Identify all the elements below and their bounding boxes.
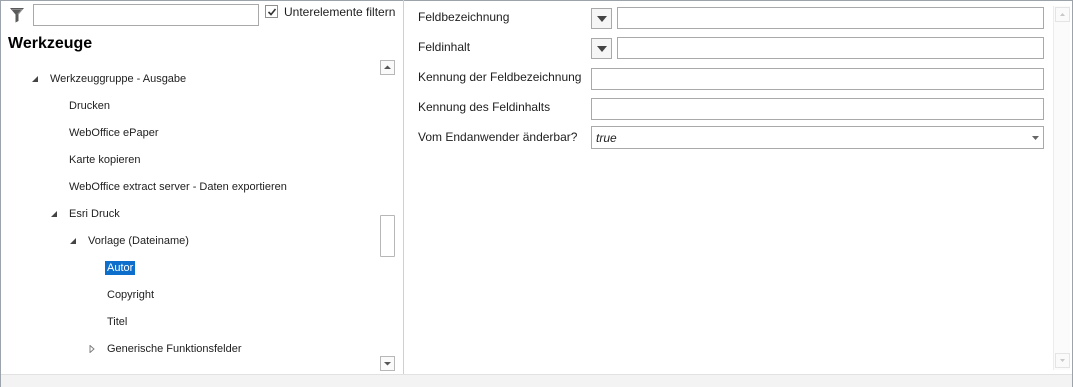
feldbezeichnung-label: Feldbezeichnung [418,10,510,24]
tree-item-label: Generische Funktionsfelder [107,343,242,355]
feldbezeichnung-field[interactable] [617,7,1044,29]
tree-item-label: Autor [105,261,136,275]
tree-item[interactable]: Esri Druck [51,205,122,223]
tree-scrollbar[interactable] [380,60,395,371]
triangle-right-outline-icon[interactable] [88,345,96,353]
tree-item-label: Drucken [69,100,110,112]
kennung-feldinhalt-label: Kennung des Feldinhalts [418,100,551,114]
scroll-up-button[interactable] [380,60,395,75]
triangle-down-right-icon[interactable] [31,75,39,83]
form-scrollbar[interactable] [1053,6,1070,370]
tree-item[interactable]: WebOffice ePaper [67,124,160,142]
feldinhalt-label: Feldinhalt [418,40,471,54]
aenderbar-value: true [596,131,617,145]
tree-item-label: Werkzeuggruppe - Ausgabe [50,73,187,85]
triangle-down-right-icon[interactable] [50,210,58,218]
tree-item[interactable]: Autor [105,259,136,277]
tree-item[interactable]: Werkzeuggruppe - Ausgabe [32,70,188,88]
kennung-feldbezeichnung-label: Kennung der Feldbezeichnung [418,70,582,84]
feldinhalt-field[interactable] [617,37,1044,59]
scroll-thumb[interactable] [380,215,395,257]
tree-item[interactable]: Titel [105,313,129,331]
chevron-down-icon [1032,136,1039,140]
status-strip [1,374,1072,387]
form-scroll-up-button[interactable] [1055,7,1070,22]
tree-item-label: WebOffice extract server - Daten exporti… [69,181,287,193]
feldinhalt-dropdown-button[interactable] [591,38,612,59]
tree-item[interactable]: Copyright [105,286,156,304]
tree-item[interactable]: Karte kopieren [67,151,143,169]
tree-item-label: Vorlage (Dateiname) [88,235,189,247]
tree-item-label: Esri Druck [69,208,120,220]
arrow-up-icon [384,65,391,69]
scroll-down-button[interactable] [380,356,395,371]
tree-item-label: Copyright [107,289,155,301]
kennung-feldinhalt-field[interactable] [591,98,1044,120]
form-scroll-down-button[interactable] [1055,353,1070,368]
tree-item[interactable]: Vorlage (Dateiname) [70,232,191,250]
tree-item-label: Titel [107,316,128,328]
chevron-down-icon [597,46,607,52]
arrow-down-icon [384,362,391,366]
tree-item-label: WebOffice ePaper [69,127,159,139]
aenderbar-select[interactable]: true [591,126,1044,149]
tree-item-label: Karte kopieren [69,154,141,166]
tree-item[interactable]: Generische Funktionsfelder [89,340,244,358]
aenderbar-label: Vom Endanwender änderbar? [418,130,578,144]
tools-tree: Werkzeuggruppe - Ausgabe Drucken WebOffice… [0,0,380,387]
arrow-down-icon [1060,359,1065,362]
tree-item[interactable]: WebOffice extract server - Daten exporti… [67,178,289,196]
chevron-down-icon [597,16,607,22]
triangle-down-right-icon[interactable] [69,237,77,245]
kennung-feldbezeichnung-field[interactable] [591,68,1044,90]
tree-item[interactable]: Drucken [67,97,112,115]
arrow-up-icon [1060,13,1065,16]
pane-splitter[interactable] [403,0,404,374]
feldbezeichnung-dropdown-button[interactable] [591,8,612,29]
